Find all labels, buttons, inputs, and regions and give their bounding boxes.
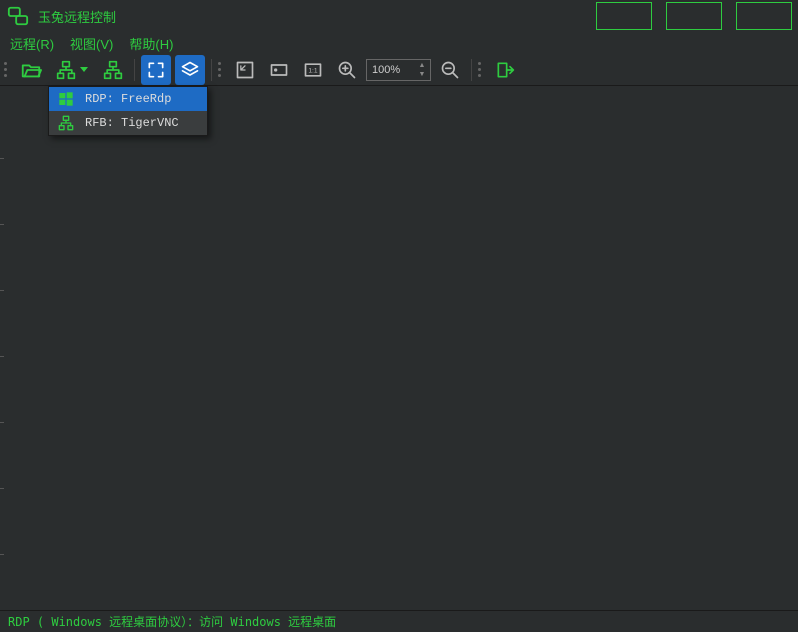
menu-help[interactable]: 帮助(H) — [129, 34, 173, 53]
connect-button[interactable] — [98, 55, 128, 85]
window-title: 玉兔远程控制 — [38, 7, 116, 26]
zoom-out-icon — [440, 60, 460, 80]
dropdown-item-label: RFB: TigerVNC — [85, 116, 179, 130]
exit-button[interactable] — [490, 55, 520, 85]
zoom-input[interactable]: 100% ▲▼ — [366, 59, 431, 81]
windows-icon — [57, 90, 75, 108]
one-to-one-icon: 1:1 — [303, 60, 323, 80]
dropdown-item-rfb[interactable]: RFB: TigerVNC — [49, 111, 207, 135]
zoom-in-button[interactable] — [332, 55, 362, 85]
aspect-button[interactable] — [264, 55, 294, 85]
svg-text:1:1: 1:1 — [308, 67, 318, 74]
open-button[interactable] — [16, 55, 46, 85]
menu-view[interactable]: 视图(V) — [70, 34, 113, 53]
folder-open-icon — [20, 59, 42, 81]
close-button[interactable] — [736, 2, 792, 30]
titlebar: 玉兔远程控制 — [0, 0, 798, 32]
zoom-out-button[interactable] — [435, 55, 465, 85]
app-window: 玉兔远程控制 远程(R) 视图(V) 帮助(H) — [0, 0, 798, 632]
minimize-button[interactable] — [596, 2, 652, 30]
menubar: 远程(R) 视图(V) 帮助(H) — [0, 32, 798, 54]
zoom-spinner[interactable]: ▲▼ — [416, 61, 428, 79]
chevron-down-icon — [80, 67, 88, 72]
connection-type-menu: RDP: FreeRdp RFB: TigerVNC — [48, 86, 208, 136]
zoom-in-icon — [337, 60, 357, 80]
fullscreen-icon — [146, 60, 166, 80]
layers-button[interactable] — [175, 55, 205, 85]
dropdown-item-rdp[interactable]: RDP: FreeRdp — [49, 87, 207, 111]
toolbar-grip-icon — [4, 62, 10, 77]
layers-icon — [180, 60, 200, 80]
network-icon — [56, 60, 76, 80]
toolbar-grip-icon — [478, 62, 484, 77]
fit-icon — [235, 60, 255, 80]
content-area — [0, 86, 798, 610]
actual-size-button[interactable]: 1:1 — [298, 55, 328, 85]
network-icon — [57, 114, 75, 132]
network-icon — [103, 60, 123, 80]
fit-window-button[interactable] — [230, 55, 260, 85]
toolbar-grip-icon — [218, 62, 224, 77]
dropdown-item-label: RDP: FreeRdp — [85, 92, 171, 106]
aspect-icon — [269, 60, 289, 80]
connection-type-dropdown[interactable] — [50, 55, 94, 85]
maximize-button[interactable] — [666, 2, 722, 30]
menu-remote[interactable]: 远程(R) — [10, 34, 54, 53]
status-text: RDP ( Windows 远程桌面协议）：访问 Windows 远程桌面 — [8, 613, 336, 630]
app-logo-icon — [6, 4, 30, 28]
statusbar: RDP ( Windows 远程桌面协议）：访问 Windows 远程桌面 — [0, 610, 798, 632]
exit-icon — [495, 60, 515, 80]
toolbar: 1:1 100% ▲▼ — [0, 54, 798, 86]
zoom-value: 100% — [372, 64, 400, 76]
fullscreen-button[interactable] — [141, 55, 171, 85]
